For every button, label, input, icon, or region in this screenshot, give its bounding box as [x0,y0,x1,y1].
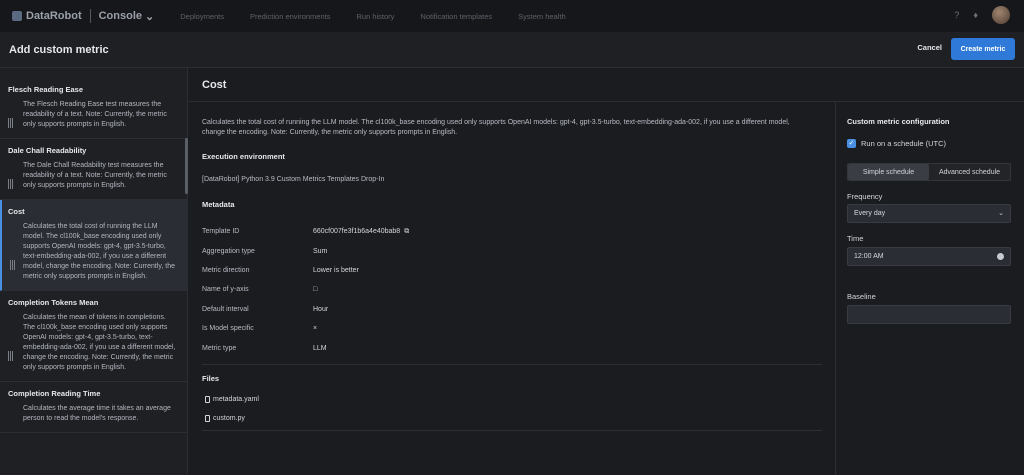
meta-value: □ [313,286,318,293]
section-divider [202,430,822,431]
metric-config-panel: Custom metric configuration ✓ Run on a s… [835,102,1024,475]
baseline-label: Baseline [847,292,876,301]
brand-logo[interactable]: DataRobot [12,10,82,22]
meta-key: Default interval [202,306,249,313]
config-title: Custom metric configuration [847,117,950,126]
template-item-cost[interactable]: Cost Calculates the total cost of runnin… [0,200,187,291]
nav-link-prediction-environments[interactable]: Prediction environments [250,12,330,21]
frequency-value: Every day [854,210,886,217]
file-custom-py[interactable]: custom.py [205,415,245,422]
meta-value: 660cf007fe3f1b6a4e40bab8 ⧉ [313,228,513,236]
detail-header: Cost [189,68,1024,102]
drag-handle-icon[interactable] [10,260,17,270]
time-label: Time [847,234,864,243]
detail-description: Calculates the total cost of running the… [202,119,790,136]
template-item-dale-chall-readability[interactable]: Dale Chall Readability The Dale Chall Re… [0,139,187,200]
file-name: custom.py [213,415,245,422]
file-icon [205,415,210,422]
list-scrollbar[interactable] [185,138,188,194]
files-label: Files [202,374,220,383]
bell-icon[interactable]: ♦ [973,10,978,20]
top-nav: DataRobot Console ⌄ Deployments Predicti… [0,0,1024,32]
file-metadata-yaml[interactable]: metadata.yaml [205,396,259,403]
template-item-completion-tokens-mean[interactable]: Completion Tokens Mean Calculates the me… [0,291,187,382]
meta-key: Name of y-axis [202,286,249,293]
template-description: The Dale Chall Readability test measures… [23,162,167,189]
meta-key: Template ID [202,228,240,235]
nav-link-system-health[interactable]: System health [518,12,566,21]
run-on-schedule-checkbox[interactable]: ✓ Run on a schedule (UTC) [847,139,946,148]
nav-link-notification-templates[interactable]: Notification templates [420,12,492,21]
detail-title: Cost [202,78,227,91]
chevron-down-icon: ⌄ [998,210,1004,217]
frequency-label: Frequency [847,192,883,201]
drag-handle-icon[interactable] [8,351,15,361]
template-description: Calculates the average time it takes an … [23,405,171,422]
execution-environment-value: [DataRobot] Python 3.9 Custom Metrics Te… [202,176,385,183]
list-top-spacer [0,68,187,78]
drag-handle-icon[interactable] [8,179,15,189]
brand-name: DataRobot [26,10,82,22]
template-title: Flesch Reading Ease [8,85,84,94]
nav-links: Deployments Prediction environments Run … [180,12,591,21]
meta-value: × [313,325,318,332]
frequency-select[interactable]: Every day ⌄ [847,204,1011,223]
template-description: Calculates the mean of tokens in complet… [23,314,176,371]
meta-value: Lower is better [313,267,359,274]
file-name: metadata.yaml [213,396,259,403]
cancel-button[interactable]: Cancel [917,43,942,52]
template-title: Dale Chall Readability [8,146,87,155]
baseline-input[interactable] [847,305,1011,324]
template-title: Cost [8,207,25,216]
tab-advanced-schedule[interactable]: Advanced schedule [929,164,1010,180]
template-description: The Flesch Reading Ease test measures th… [23,101,167,128]
template-id-value: 660cf007fe3f1b6a4e40bab8 [313,228,401,235]
modal-header: Add custom metric Cancel Create metric [0,32,1024,68]
nav-link-deployments[interactable]: Deployments [180,12,224,21]
tab-simple-schedule[interactable]: Simple schedule [848,164,929,180]
schedule-type-toggle: Simple schedule Advanced schedule [847,163,1011,181]
section-divider [202,364,822,365]
execution-environment-label: Execution environment [202,152,285,161]
console-menu[interactable]: Console ⌄ [99,10,155,23]
meta-value: Hour [313,306,329,313]
time-input[interactable]: 12:00 AM [847,247,1011,266]
time-value: 12:00 AM [854,253,884,260]
template-description: Calculates the total cost of running the… [23,223,176,280]
meta-value: LLM [313,345,327,352]
clock-icon [997,253,1004,260]
nav-right: ? ♦ [954,6,1010,24]
meta-key: Metric direction [202,267,250,274]
modal-title: Add custom metric [9,43,109,56]
avatar[interactable] [992,6,1010,24]
template-list: Flesch Reading Ease The Flesch Reading E… [0,68,188,475]
run-on-schedule-label: Run on a schedule (UTC) [861,139,947,148]
template-item-flesch-reading-ease[interactable]: Flesch Reading Ease The Flesch Reading E… [0,78,187,139]
checkbox-checked-icon[interactable]: ✓ [847,139,856,148]
datarobot-logo-icon [12,11,22,21]
file-icon [205,396,210,403]
template-title: Completion Tokens Mean [8,298,99,307]
nav-divider [89,9,91,23]
template-title: Completion Reading Time [8,389,101,398]
console-label: Console [98,10,143,22]
template-detail-panel: Cost Calculates the total cost of runnin… [189,68,1024,475]
chevron-down-icon: ⌄ [145,10,155,23]
create-metric-button[interactable]: Create metric [951,38,1015,60]
detail-body: Calculates the total cost of running the… [202,118,822,431]
meta-value: Sum [313,248,328,255]
metadata-label: Metadata [202,200,235,209]
nav-link-run-history[interactable]: Run history [356,12,394,21]
question-icon[interactable]: ? [954,10,959,20]
meta-key: Aggregation type [202,248,255,255]
copy-icon[interactable]: ⧉ [404,228,409,236]
drag-handle-icon[interactable] [8,118,15,128]
meta-key: Is Model specific [202,325,254,332]
template-item-completion-reading-time[interactable]: Completion Reading Time Calculates the a… [0,382,187,433]
meta-key: Metric type [202,345,237,352]
